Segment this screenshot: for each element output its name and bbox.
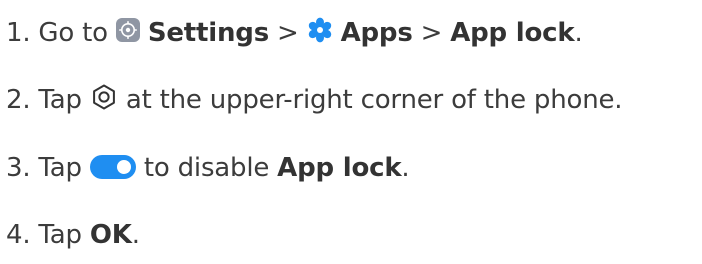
breadcrumb-separator: > xyxy=(420,18,443,48)
step-text-rest: at the upper-right corner of the phone. xyxy=(125,85,623,115)
period: . xyxy=(401,153,410,183)
settings-app-icon xyxy=(115,18,140,42)
toggle-switch-on-icon xyxy=(89,155,136,179)
step-text-to-disable: to disable xyxy=(143,153,270,183)
settings-label: Settings xyxy=(147,18,269,48)
breadcrumb-separator: > xyxy=(276,18,299,48)
step-text-tap: Tap xyxy=(38,85,82,115)
step-text-go-to: Go to xyxy=(38,18,108,48)
apps-label: Apps xyxy=(340,18,413,48)
step-4: 4. Tap OK . xyxy=(6,219,140,251)
app-lock-label: App lock xyxy=(277,153,402,183)
ok-label: OK xyxy=(89,220,132,250)
step-number: 3. xyxy=(6,153,31,183)
settings-ring-icon xyxy=(90,83,118,111)
period: . xyxy=(574,18,583,48)
app-lock-label: App lock xyxy=(450,18,575,48)
step-text-tap: Tap xyxy=(38,153,82,183)
step-number: 1. xyxy=(6,18,31,48)
toggle-knob xyxy=(116,160,131,174)
apps-gear-icon xyxy=(307,17,333,43)
step-text-tap: Tap xyxy=(38,220,82,250)
step-1: 1. Go to Settings > Apps > App lock . xyxy=(6,17,583,49)
step-number: 4. xyxy=(6,220,31,250)
step-number: 2. xyxy=(6,85,31,115)
period: . xyxy=(131,220,140,250)
step-3: 3. Tap to disable App lock . xyxy=(6,152,410,184)
step-2: 2. Tap at the upper-right corner of the … xyxy=(6,83,623,116)
